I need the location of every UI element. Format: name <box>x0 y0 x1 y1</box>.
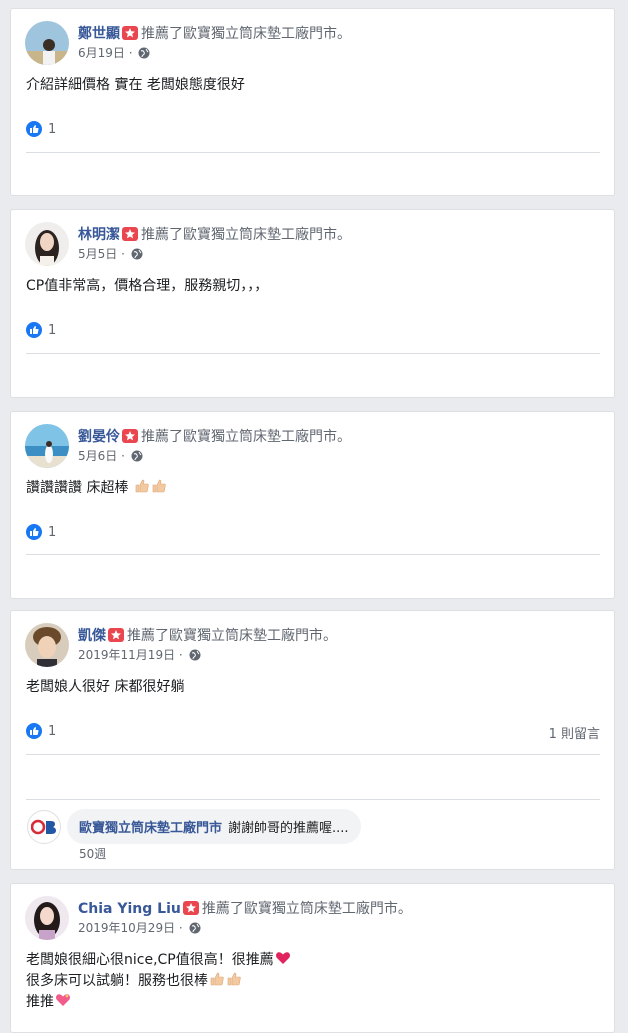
recommend-star-icon <box>182 901 199 915</box>
review-text: 介紹詳細價格 實在 老闆娘態度很好 <box>26 77 245 93</box>
divider <box>26 754 600 755</box>
thumbs-up-icon <box>26 723 42 739</box>
review-meta: 5月5日 · <box>78 245 143 262</box>
like-summary[interactable]: 1 <box>26 723 56 739</box>
review-line: 推推 <box>26 992 291 1013</box>
like-count: 1 <box>48 322 57 338</box>
review-text-content: 讚讚讚讚 床超棒 <box>26 480 129 496</box>
review-header: 劉晏伶 推薦了歐寶獨立筒床墊工廠門市。 <box>78 426 351 446</box>
recommend-text: 推薦了歐寶獨立筒床墊工廠門市。 <box>141 227 351 243</box>
review-meta: 6月19日 · <box>78 44 150 61</box>
review-line-text: 推推 <box>26 994 54 1010</box>
person-sky-avatar-icon[interactable] <box>25 21 69 65</box>
review-line-text: 老闆娘很細心很nice,CP值很高！很推薦 <box>26 952 274 968</box>
review-card: Chia Ying Liu 推薦了歐寶獨立筒床墊工廠門市。 2019年10月29日… <box>10 883 615 1033</box>
woman-avatar-icon[interactable] <box>25 222 69 266</box>
globe-icon <box>189 649 201 661</box>
review-text: 老闆娘很細心很nice,CP值很高！很推薦 很多床可以試躺！服務也很棒 推推 <box>26 950 291 1013</box>
like-summary[interactable]: 1 <box>26 121 56 137</box>
review-header: 鄭世顯 推薦了歐寶獨立筒床墊工廠門市。 <box>78 23 351 43</box>
review-meta: 2019年10月29日 · <box>78 919 201 936</box>
man-avatar-icon[interactable] <box>25 623 69 667</box>
thumbs-up-emoji-icon <box>135 479 149 493</box>
recommend-star-icon <box>122 26 138 40</box>
thumbs-up-emoji-icon <box>152 479 166 493</box>
review-text: 讚讚讚讚 床超棒 <box>26 478 167 499</box>
review-header: 凱傑 推薦了歐寶獨立筒床墊工廠門市。 <box>78 625 337 645</box>
review-date[interactable]: 6月19日 <box>78 46 125 60</box>
woman-avatar-icon[interactable] <box>25 896 69 940</box>
reply-text: 謝謝帥哥的推薦喔.... <box>228 821 349 836</box>
reply-bubble: 歐寶獨立筒床墊工廠門市 謝謝帥哥的推薦喔.... <box>67 809 361 844</box>
reply-time[interactable]: 50週 <box>79 845 106 862</box>
review-text: CP值非常高，價格合理，服務親切，，， <box>26 278 269 294</box>
divider <box>26 353 600 354</box>
globe-icon <box>131 248 143 260</box>
review-line: 很多床可以試躺！服務也很棒 <box>26 971 291 992</box>
globe-icon <box>131 450 143 462</box>
like-summary[interactable]: 1 <box>26 322 56 338</box>
globe-icon <box>189 922 201 934</box>
review-card: 劉晏伶 推薦了歐寶獨立筒床墊工廠門市。 5月6日 · 讚讚讚讚 床超棒 1 <box>10 411 615 599</box>
reviewer-name[interactable]: 林明潔 <box>78 227 120 243</box>
review-card: 鄭世顯 推薦了歐寶獨立筒床墊工廠門市。 6月19日 · 介紹詳細價格 實在 老闆娘… <box>10 8 615 196</box>
review-meta: 5月6日 · <box>78 447 143 464</box>
review-line: 老闆娘很細心很nice,CP值很高！很推薦 <box>26 950 291 971</box>
reviewer-name[interactable]: Chia Ying Liu <box>78 901 181 917</box>
thumbs-up-icon <box>26 322 42 338</box>
thumbs-up-emoji-icon <box>227 972 241 986</box>
review-card: 林明潔 推薦了歐寶獨立筒床墊工廠門市。 5月5日 · CP值非常高，價格合理，服務… <box>10 209 615 398</box>
red-heart-emoji-icon <box>275 952 290 964</box>
like-count: 1 <box>48 524 57 540</box>
review-meta: 2019年11月19日 · <box>78 646 201 663</box>
review-text: 老闆娘人很好 床都很好躺 <box>26 679 185 695</box>
review-date[interactable]: 5月5日 <box>78 247 117 261</box>
recommend-star-icon <box>108 628 124 642</box>
sparkling-heart-emoji-icon <box>56 994 70 1006</box>
like-count: 1 <box>48 121 57 137</box>
recommend-text: 推薦了歐寶獨立筒床墊工廠門市。 <box>141 429 351 445</box>
review-card: 凱傑 推薦了歐寶獨立筒床墊工廠門市。 2019年11月19日 · 老闆娘人很好 床… <box>10 610 615 870</box>
thumbs-up-icon <box>26 524 42 540</box>
reply-author[interactable]: 歐寶獨立筒床墊工廠門市 <box>79 821 222 836</box>
review-header: Chia Ying Liu 推薦了歐寶獨立筒床墊工廠門市。 <box>78 898 412 918</box>
ob-logo-icon <box>31 819 56 835</box>
review-date[interactable]: 2019年11月19日 <box>78 648 175 662</box>
beach-avatar-icon[interactable] <box>25 424 69 468</box>
reviewer-name[interactable]: 鄭世顯 <box>78 26 120 42</box>
divider <box>26 799 600 800</box>
recommend-text: 推薦了歐寶獨立筒床墊工廠門市。 <box>127 628 337 644</box>
comments-count-link[interactable]: 1 則留言 <box>549 723 600 742</box>
like-summary[interactable]: 1 <box>26 524 56 540</box>
thumbs-up-icon <box>26 121 42 137</box>
page-logo-avatar[interactable] <box>27 810 61 844</box>
review-date[interactable]: 5月6日 <box>78 449 117 463</box>
review-line-text: 很多床可以試躺！服務也很棒 <box>26 973 208 989</box>
divider <box>26 554 600 555</box>
thumbs-up-emoji-icon <box>210 972 224 986</box>
review-header: 林明潔 推薦了歐寶獨立筒床墊工廠門市。 <box>78 224 351 244</box>
recommend-star-icon <box>122 429 138 443</box>
reviewer-name[interactable]: 凱傑 <box>78 628 106 644</box>
recommend-text: 推薦了歐寶獨立筒床墊工廠門市。 <box>141 26 351 42</box>
recommend-star-icon <box>122 227 138 241</box>
review-date[interactable]: 2019年10月29日 <box>78 921 175 935</box>
like-count: 1 <box>48 723 57 739</box>
reviewer-name[interactable]: 劉晏伶 <box>78 429 120 445</box>
divider <box>26 152 600 153</box>
recommend-text: 推薦了歐寶獨立筒床墊工廠門市。 <box>201 901 412 917</box>
globe-icon <box>138 47 150 59</box>
